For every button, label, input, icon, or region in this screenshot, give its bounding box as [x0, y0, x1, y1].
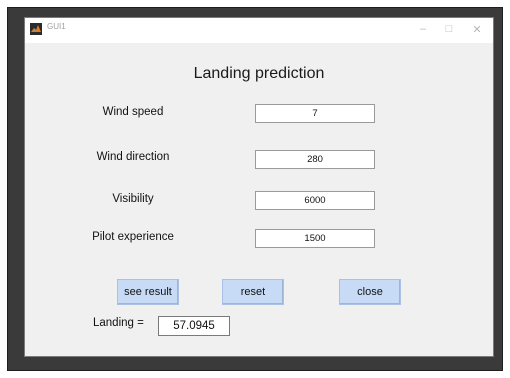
visibility-field[interactable]: 6000 [255, 191, 375, 210]
see-result-button[interactable]: see result [117, 279, 179, 305]
reset-button[interactable]: reset [222, 279, 284, 305]
label-visibility: Visibility [112, 193, 154, 205]
close-button[interactable]: close [339, 279, 401, 305]
title-bar[interactable]: GUI1 – □ ✕ [25, 18, 493, 43]
landing-result-value: 57.0945 [158, 316, 230, 336]
wind-direction-field[interactable]: 280 [255, 150, 375, 169]
wind-speed-field[interactable]: 7 [255, 104, 375, 123]
minimize-button[interactable]: – [411, 20, 435, 38]
close-window-button[interactable]: ✕ [465, 20, 489, 38]
maximize-icon: □ [445, 23, 453, 35]
landing-label: Landing = [93, 317, 144, 329]
minimize-icon: – [419, 23, 427, 35]
window-title: GUI1 [47, 22, 66, 31]
label-wind-speed: Wind speed [102, 106, 164, 118]
maximize-button[interactable]: □ [437, 20, 461, 38]
gui-window: GUI1 – □ ✕ Landing prediction Wind speed… [24, 17, 494, 357]
label-pilot-experience: Pilot experience [92, 231, 174, 243]
matlab-icon [30, 23, 42, 35]
page-title: Landing prediction [193, 65, 325, 82]
label-wind-direction: Wind direction [96, 151, 170, 163]
close-icon: ✕ [472, 23, 482, 36]
pilot-experience-field[interactable]: 1500 [255, 229, 375, 248]
